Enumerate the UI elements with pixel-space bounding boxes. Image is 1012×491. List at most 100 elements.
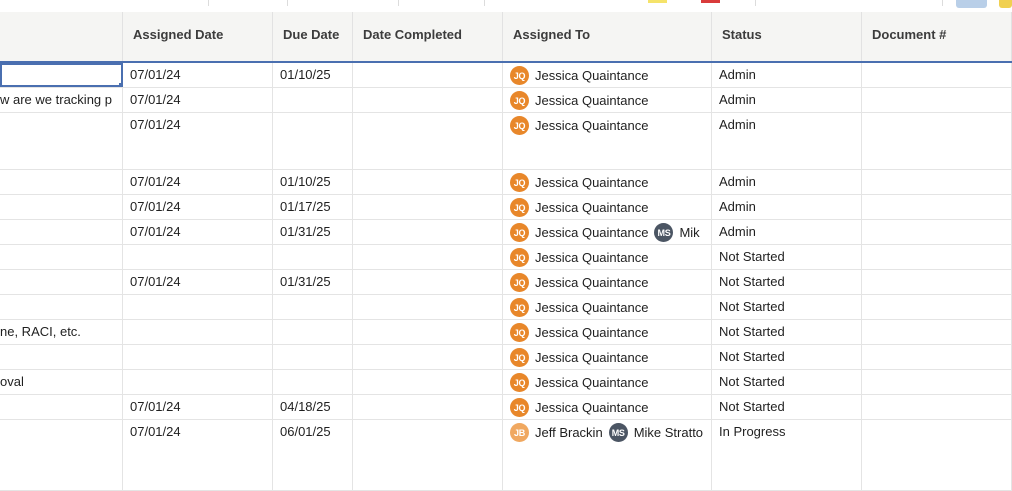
assignee[interactable]: JQ Jessica Quaintance — [510, 173, 648, 192]
column-header-document[interactable]: Document # — [862, 12, 1012, 61]
date-completed-cell[interactable] — [353, 88, 503, 112]
status-cell[interactable]: Not Started — [712, 345, 862, 369]
document-cell[interactable] — [862, 63, 1012, 87]
assigned-to-cell[interactable]: JQ Jessica Quaintance — [503, 370, 712, 394]
assignee[interactable]: JQ Jessica Quaintance — [510, 323, 648, 342]
document-cell[interactable] — [862, 113, 1012, 169]
assignee[interactable]: JQ Jessica Quaintance — [510, 91, 648, 110]
document-cell[interactable] — [862, 220, 1012, 244]
assigned-to-cell[interactable]: JQ Jessica Quaintance — [503, 170, 712, 194]
document-cell[interactable] — [862, 270, 1012, 294]
due-date-cell[interactable]: 04/18/25 — [273, 395, 353, 419]
assignee[interactable]: JB Jeff Brackin — [510, 423, 603, 442]
date-completed-cell[interactable] — [353, 270, 503, 294]
assigned-date-cell[interactable]: 07/01/24 — [123, 63, 273, 87]
assigned-date-cell[interactable]: 07/01/24 — [123, 170, 273, 194]
table-row[interactable]: 07/01/24 01/10/25 JQ Jessica Quaintance Admi… — [0, 63, 1012, 88]
column-header-due-date[interactable]: Due Date — [273, 12, 353, 61]
status-cell[interactable]: Not Started — [712, 295, 862, 319]
date-completed-cell[interactable] — [353, 170, 503, 194]
task-cell[interactable] — [0, 395, 123, 419]
document-cell[interactable] — [862, 195, 1012, 219]
task-cell[interactable]: ne, RACI, etc. — [0, 320, 123, 344]
assigned-date-cell[interactable]: 07/01/24 — [123, 420, 273, 490]
due-date-cell[interactable] — [273, 295, 353, 319]
highlight-color-swatch[interactable] — [648, 0, 667, 3]
table-row[interactable]: JQ Jessica Quaintance Not Started — [0, 295, 1012, 320]
date-completed-cell[interactable] — [353, 370, 503, 394]
assignee[interactable]: JQ Jessica Quaintance — [510, 66, 648, 85]
date-completed-cell[interactable] — [353, 195, 503, 219]
task-cell[interactable] — [0, 270, 123, 294]
assigned-to-cell[interactable]: JQ Jessica Quaintance — [503, 63, 712, 87]
assigned-to-cell[interactable]: JQ Jessica Quaintance MS Mik — [503, 220, 712, 244]
due-date-cell[interactable] — [273, 320, 353, 344]
assignee[interactable]: MS Mike Stratto — [608, 423, 703, 442]
assigned-date-cell[interactable] — [123, 345, 273, 369]
assigned-to-cell[interactable]: JQ Jessica Quaintance — [503, 295, 712, 319]
toolbar-view-button[interactable] — [956, 0, 987, 8]
due-date-cell[interactable]: 06/01/25 — [273, 420, 353, 490]
assigned-date-cell[interactable] — [123, 295, 273, 319]
due-date-cell[interactable]: 01/17/25 — [273, 195, 353, 219]
date-completed-cell[interactable] — [353, 63, 503, 87]
table-row[interactable]: ne, RACI, etc. JQ Jessica Quaintance Not St… — [0, 320, 1012, 345]
document-cell[interactable] — [862, 88, 1012, 112]
assigned-to-cell[interactable]: JQ Jessica Quaintance — [503, 320, 712, 344]
due-date-cell[interactable] — [273, 245, 353, 269]
status-cell[interactable]: Admin — [712, 220, 862, 244]
assignee[interactable]: JQ Jessica Quaintance — [510, 348, 648, 367]
task-cell[interactable] — [0, 63, 123, 87]
document-cell[interactable] — [862, 295, 1012, 319]
task-cell[interactable] — [0, 295, 123, 319]
assignee[interactable]: JQ Jessica Quaintance — [510, 116, 648, 135]
table-row[interactable]: w are we tracking p 07/01/24 JQ Jessica Qua… — [0, 88, 1012, 113]
date-completed-cell[interactable] — [353, 420, 503, 490]
date-completed-cell[interactable] — [353, 245, 503, 269]
due-date-cell[interactable]: 01/10/25 — [273, 170, 353, 194]
table-row[interactable]: JQ Jessica Quaintance Not Started — [0, 345, 1012, 370]
task-cell[interactable] — [0, 170, 123, 194]
task-cell[interactable] — [0, 195, 123, 219]
due-date-cell[interactable] — [273, 88, 353, 112]
status-cell[interactable]: Not Started — [712, 270, 862, 294]
assigned-to-cell[interactable]: JQ Jessica Quaintance — [503, 245, 712, 269]
column-header-assigned-to[interactable]: Assigned To — [503, 12, 712, 61]
assignee[interactable]: JQ Jessica Quaintance — [510, 198, 648, 217]
due-date-cell[interactable] — [273, 113, 353, 169]
assigned-to-cell[interactable]: JQ Jessica Quaintance — [503, 88, 712, 112]
date-completed-cell[interactable] — [353, 395, 503, 419]
date-completed-cell[interactable] — [353, 320, 503, 344]
assigned-to-cell[interactable]: JB Jeff Brackin MS Mike Stratto — [503, 420, 712, 490]
column-header-task[interactable] — [0, 12, 123, 61]
status-cell[interactable]: Not Started — [712, 320, 862, 344]
document-cell[interactable] — [862, 245, 1012, 269]
status-cell[interactable]: In Progress — [712, 420, 862, 490]
assignee[interactable]: JQ Jessica Quaintance — [510, 273, 648, 292]
assignee[interactable]: JQ Jessica Quaintance — [510, 223, 648, 242]
task-cell[interactable] — [0, 345, 123, 369]
status-cell[interactable]: Admin — [712, 170, 862, 194]
task-cell[interactable]: w are we tracking p — [0, 88, 123, 112]
document-cell[interactable] — [862, 420, 1012, 490]
document-cell[interactable] — [862, 345, 1012, 369]
document-cell[interactable] — [862, 320, 1012, 344]
toolbar-overflow-button[interactable] — [999, 0, 1012, 8]
table-row[interactable]: oval JQ Jessica Quaintance Not Started — [0, 370, 1012, 395]
document-cell[interactable] — [862, 170, 1012, 194]
task-cell[interactable] — [0, 113, 123, 169]
due-date-cell[interactable]: 01/10/25 — [273, 63, 353, 87]
column-header-assigned-date[interactable]: Assigned Date — [123, 12, 273, 61]
due-date-cell[interactable]: 01/31/25 — [273, 270, 353, 294]
assigned-date-cell[interactable] — [123, 245, 273, 269]
table-row[interactable]: 07/01/24 01/17/25 JQ Jessica Quaintance Admi… — [0, 195, 1012, 220]
table-row[interactable]: JQ Jessica Quaintance Not Started — [0, 245, 1012, 270]
document-cell[interactable] — [862, 395, 1012, 419]
table-row[interactable]: 07/01/24 04/18/25 JQ Jessica Quaintance Not … — [0, 395, 1012, 420]
date-completed-cell[interactable] — [353, 345, 503, 369]
status-cell[interactable]: Admin — [712, 88, 862, 112]
assignee[interactable]: JQ Jessica Quaintance — [510, 373, 648, 392]
text-color-swatch[interactable] — [701, 0, 720, 3]
table-row[interactable]: 07/01/24 JQ Jessica Quaintance Admin — [0, 113, 1012, 170]
date-completed-cell[interactable] — [353, 113, 503, 169]
